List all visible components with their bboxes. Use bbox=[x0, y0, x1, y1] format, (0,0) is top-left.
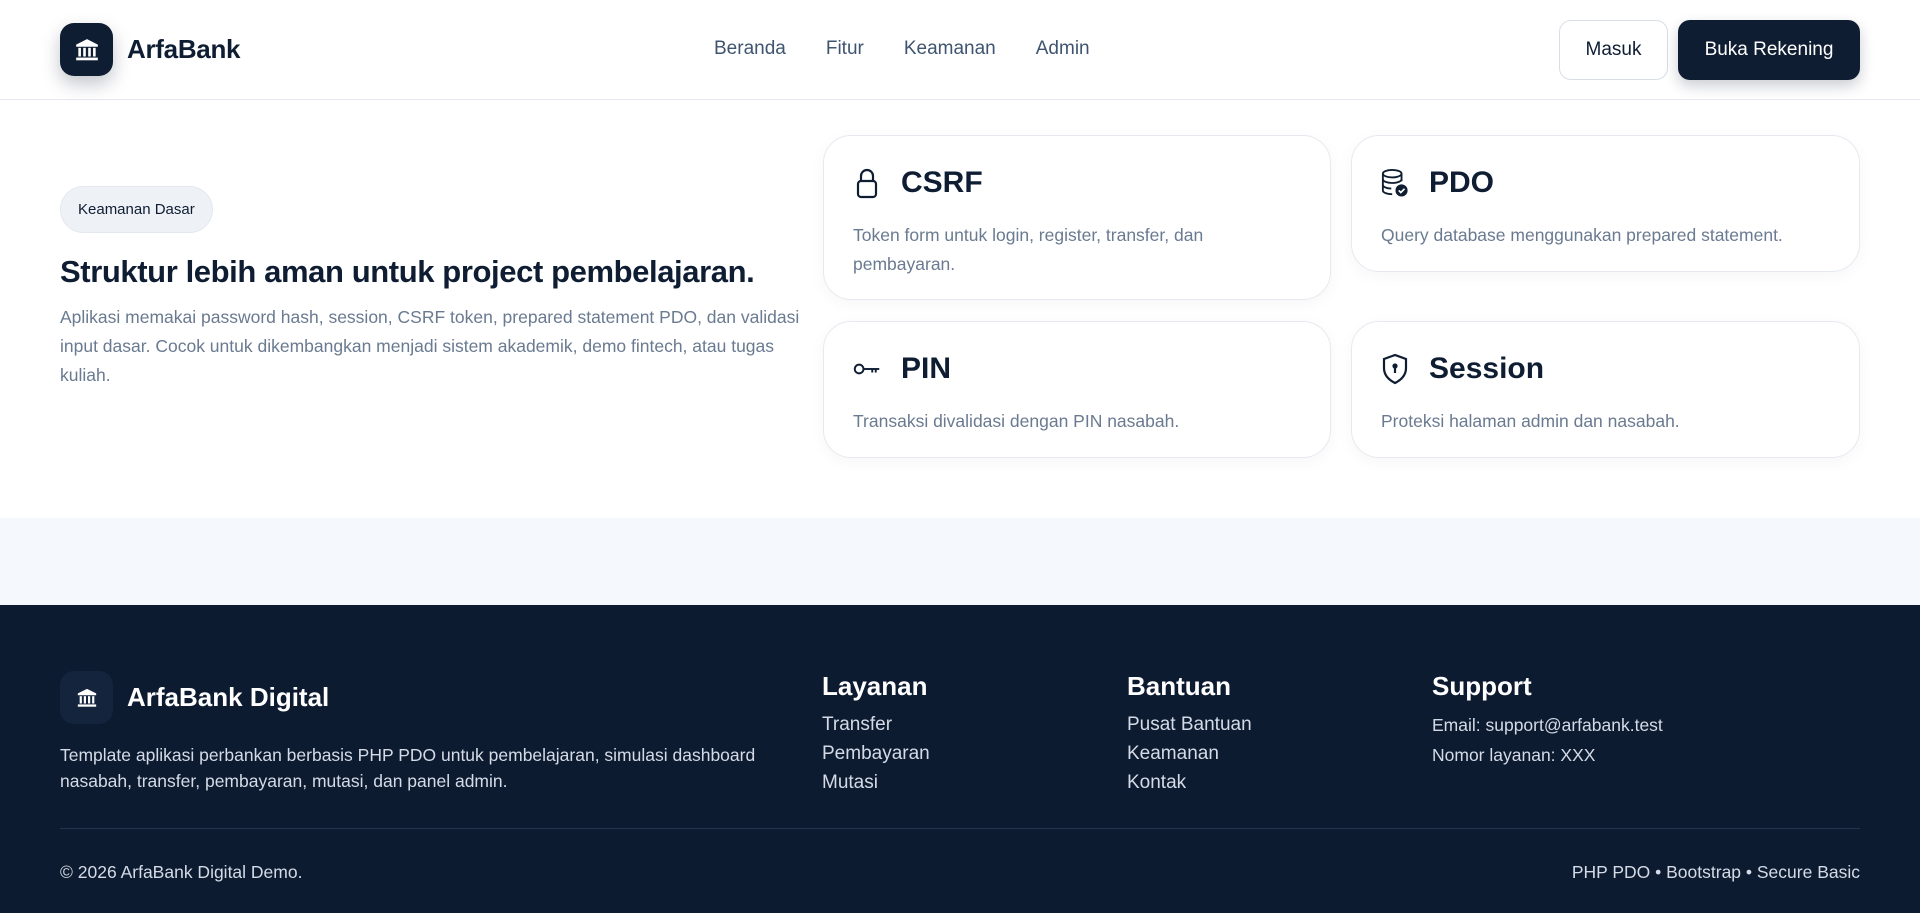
feature-title: Session bbox=[1429, 352, 1545, 385]
login-button[interactable]: Masuk bbox=[1559, 20, 1668, 80]
open-account-button[interactable]: Buka Rekening bbox=[1678, 20, 1860, 80]
footer-link-transfer[interactable]: Transfer bbox=[822, 710, 930, 739]
support-phone: Nomor layanan: XXX bbox=[1432, 745, 1596, 765]
footer-heading: Support bbox=[1432, 671, 1532, 701]
footer-col-layanan: Layanan Transfer Pembayaran Mutasi bbox=[822, 671, 930, 797]
lock-icon bbox=[853, 166, 881, 200]
feature-title: PDO bbox=[1429, 166, 1495, 199]
nav-item-keamanan[interactable]: Keamanan bbox=[904, 38, 996, 60]
footer-heading: Bantuan bbox=[1127, 671, 1231, 701]
feature-title: PIN bbox=[901, 352, 952, 385]
tech-stack: PHP PDO • Bootstrap • Secure Basic bbox=[1571, 862, 1860, 882]
section-divider-band bbox=[0, 518, 1920, 605]
footer-col-bantuan: Bantuan Pusat Bantuan Keamanan Kontak bbox=[1127, 671, 1252, 797]
key-icon bbox=[853, 352, 881, 386]
brand-name: ArfaBank bbox=[127, 34, 241, 64]
section-description: Aplikasi memakai password hash, session,… bbox=[60, 307, 800, 385]
feature-card-csrf: CSRF Token form untuk login, register, t… bbox=[823, 135, 1331, 300]
brand[interactable]: ArfaBank bbox=[60, 23, 241, 76]
footer-heading: Layanan bbox=[822, 671, 928, 701]
nav-item-beranda[interactable]: Beranda bbox=[714, 38, 786, 60]
footer-link-mutasi[interactable]: Mutasi bbox=[822, 768, 930, 797]
feature-description: Query database menggunakan prepared stat… bbox=[1381, 225, 1783, 245]
footer-brand: ArfaBank Digital bbox=[60, 671, 329, 724]
support-email: Email: support@arfabank.test bbox=[1432, 715, 1663, 735]
footer-link-pembayaran[interactable]: Pembayaran bbox=[822, 739, 930, 768]
section-badge: Keamanan Dasar bbox=[60, 186, 213, 233]
top-navbar: ArfaBank Beranda Fitur Keamanan Admin Ma… bbox=[0, 0, 1920, 100]
nav-item-admin[interactable]: Admin bbox=[1036, 38, 1090, 60]
feature-card-session: Session Proteksi halaman admin dan nasab… bbox=[1351, 321, 1860, 458]
section-title: Struktur lebih aman untuk project pembel… bbox=[60, 254, 755, 289]
feature-description: Proteksi halaman admin dan nasabah. bbox=[1381, 411, 1680, 431]
bank-icon bbox=[60, 671, 113, 724]
bank-icon bbox=[60, 23, 113, 76]
footer-col-support: Support Email: support@arfabank.test Nom… bbox=[1432, 671, 1663, 770]
footer-brand-name: ArfaBank Digital bbox=[127, 682, 330, 712]
copyright: © 2026 ArfaBank Digital Demo. bbox=[60, 862, 303, 882]
footer-link-keamanan[interactable]: Keamanan bbox=[1127, 739, 1252, 768]
main-nav: Beranda Fitur Keamanan Admin bbox=[714, 38, 1090, 60]
feature-card-pdo: PDO Query database menggunakan prepared … bbox=[1351, 135, 1860, 272]
footer-description: Template aplikasi perbankan berbasis PHP… bbox=[60, 745, 756, 791]
footer-link-kontak[interactable]: Kontak bbox=[1127, 768, 1252, 797]
database-check-icon bbox=[1381, 166, 1409, 200]
footer-link-pusat-bantuan[interactable]: Pusat Bantuan bbox=[1127, 710, 1252, 739]
feature-description: Token form untuk login, register, transf… bbox=[853, 225, 1204, 274]
feature-title: CSRF bbox=[901, 166, 983, 199]
nav-item-fitur[interactable]: Fitur bbox=[826, 38, 864, 60]
footer: ArfaBank Digital Template aplikasi perba… bbox=[0, 605, 1920, 913]
footer-divider bbox=[60, 828, 1860, 829]
feature-card-pin: PIN Transaksi divalidasi dengan PIN nasa… bbox=[823, 321, 1331, 458]
feature-description: Transaksi divalidasi dengan PIN nasabah. bbox=[853, 411, 1180, 431]
shield-lock-icon bbox=[1381, 352, 1409, 386]
